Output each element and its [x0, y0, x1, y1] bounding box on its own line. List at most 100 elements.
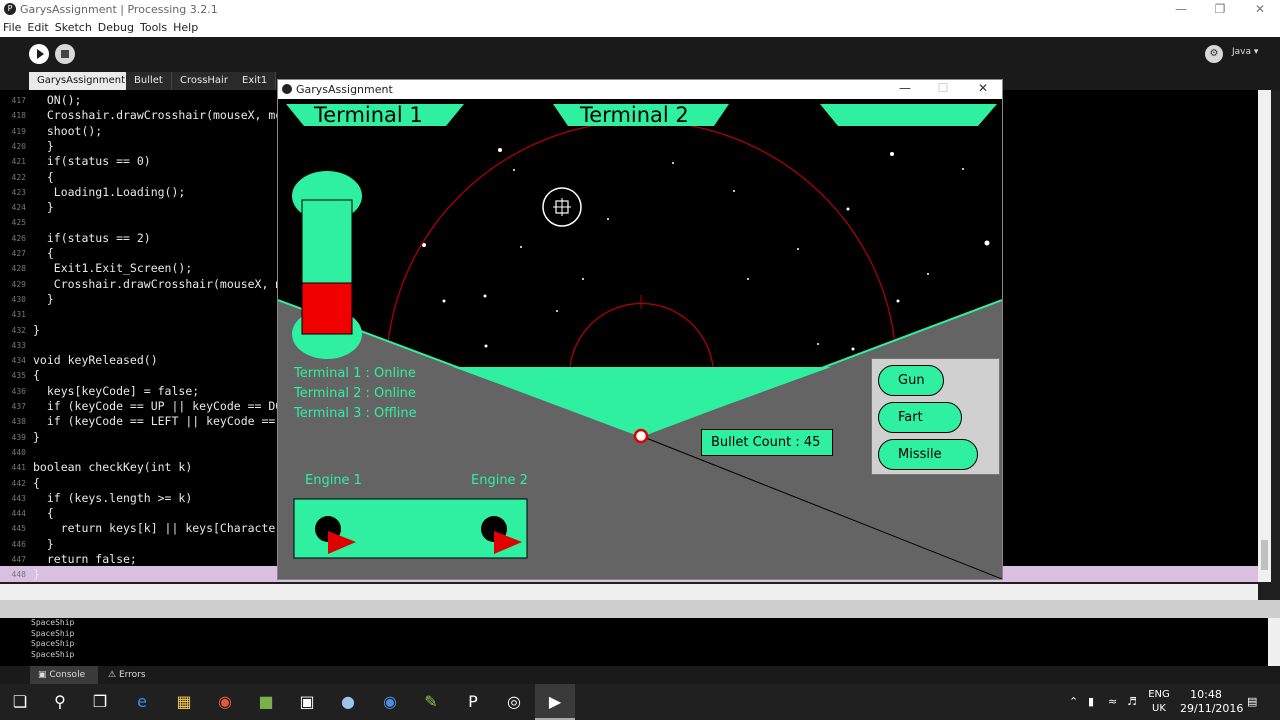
line-number: 427 [11, 249, 26, 258]
star [607, 218, 609, 220]
maximize-icon[interactable]: ❐ [1200, 0, 1240, 20]
line-number: 441 [11, 463, 26, 473]
weapon-fart-button[interactable]: Fart [878, 402, 962, 433]
code-text: shoot(); [33, 123, 103, 138]
star [484, 344, 488, 348]
close-icon[interactable]: ✕ [965, 80, 1001, 99]
editor-vertical-scrollbar[interactable] [1258, 90, 1271, 582]
search-icon[interactable]: ⚲ [40, 684, 80, 720]
maximize-icon: ☐ [937, 81, 949, 95]
line-number: 423 [11, 187, 26, 197]
code-text: Exit1.Exit_Screen(); [33, 261, 193, 276]
ide-footer: ▣ Console ⚠ Errors [0, 666, 1280, 684]
star [896, 299, 900, 303]
terminal-1-label: Terminal 1 [314, 103, 423, 127]
notifications-icon[interactable]: ▤ [1247, 695, 1257, 708]
volume-icon[interactable]: ♬ [1127, 695, 1137, 708]
tab-errors[interactable]: ⚠ Errors [100, 666, 160, 684]
stop-button[interactable] [55, 44, 75, 64]
line-number: 435 [11, 371, 26, 381]
minecraft-icon[interactable]: ■ [246, 684, 286, 720]
line-number: 428 [11, 264, 26, 274]
chrome-icon[interactable]: ◉ [205, 684, 245, 720]
task-view-icon[interactable]: ❐ [80, 684, 120, 720]
editor-horizontal-scrollbar[interactable] [0, 584, 1258, 600]
line-number: 424 [11, 203, 26, 213]
edge-icon[interactable]: e [122, 684, 162, 720]
menu-edit[interactable]: Edit [24, 20, 51, 35]
line-number: 426 [11, 233, 26, 243]
wifi-icon[interactable]: ≈ [1108, 695, 1117, 708]
star [498, 148, 502, 152]
menu-file[interactable]: File [0, 20, 24, 35]
game-canvas[interactable]: Terminal 1 Terminal 2 Terminal 1 : Onlin… [278, 99, 1002, 579]
menu-help[interactable]: Help [170, 20, 201, 35]
star [797, 248, 799, 250]
star [984, 240, 990, 246]
chat-app-icon[interactable]: ◉ [370, 684, 410, 720]
star [672, 162, 674, 164]
tab-exit1[interactable]: Exit1 [234, 72, 277, 90]
run-button[interactable] [29, 44, 49, 64]
debugger-icon[interactable]: ⚙ [1205, 45, 1223, 63]
obs-icon[interactable]: ◎ [494, 684, 534, 720]
ide-window-title: GarysAssignment | Processing 3.2.1 [20, 3, 218, 16]
menu-debug[interactable]: Debug [95, 20, 137, 35]
line-number: 425 [11, 218, 26, 228]
menu-sketch[interactable]: Sketch [52, 20, 95, 35]
weapon-missile-button[interactable]: Missile [878, 439, 978, 470]
console-line: SpaceShip [31, 628, 75, 638]
line-number: 432 [11, 325, 26, 335]
star [556, 310, 558, 312]
file-explorer-icon[interactable]: ▦ [164, 684, 204, 720]
line-number: 439 [11, 432, 26, 442]
line-number: 429 [11, 279, 26, 289]
minimize-icon[interactable]: — [1161, 0, 1201, 20]
sketch-taskbar-icon[interactable]: ▶ [535, 684, 575, 720]
tab-crosshair[interactable]: CrossHair [172, 72, 237, 90]
engine-2-label: Engine 2 [471, 473, 528, 488]
tab-garysassignment[interactable]: GarysAssignment [29, 72, 134, 90]
menu-tools[interactable]: Tools [137, 20, 170, 35]
tray-chevron-icon[interactable]: ⌃ [1069, 695, 1078, 708]
tab-console-label: Console [49, 670, 86, 680]
gauge-level [301, 282, 353, 335]
code-text: } [33, 200, 54, 215]
star [817, 343, 819, 345]
code-text: { [33, 246, 54, 260]
code-text: { [33, 475, 40, 490]
code-text: if(status == 2) [33, 230, 151, 245]
clock[interactable]: 10:48 29/11/2016 [1180, 688, 1243, 716]
console-scrollbar[interactable] [1268, 618, 1280, 666]
start-icon[interactable]: ❏ [0, 684, 40, 720]
console-line: SpaceShip [31, 618, 75, 627]
language-indicator[interactable]: ENG UK [1146, 688, 1172, 716]
code-text: { [33, 368, 40, 383]
processing-taskbar-icon[interactable]: P [453, 684, 493, 720]
code-text: { [33, 169, 54, 184]
star [733, 190, 735, 192]
weapon-panel: Gun Fart Missile [871, 358, 1000, 475]
steam-icon[interactable]: ● [328, 684, 368, 720]
close-icon[interactable]: ✕ [1240, 0, 1280, 20]
star [513, 169, 515, 171]
sketch-window: GarysAssignment — ☐ ✕ Terminal 1 Termina… [277, 79, 1003, 580]
mode-selector[interactable]: Java ▾ [1232, 47, 1258, 57]
terminal-1-status: Terminal 1 : Online [294, 366, 416, 381]
store-icon[interactable]: ▣ [287, 684, 327, 720]
battery-icon[interactable]: ▮ [1088, 695, 1094, 708]
star [520, 246, 522, 248]
terminal-3-panel [820, 104, 997, 126]
minimize-icon[interactable]: — [887, 80, 923, 99]
weapon-gun-button[interactable]: Gun [878, 365, 944, 396]
code-text: Loading1.Loading(); [33, 184, 186, 199]
game-scene [278, 99, 1002, 579]
line-number: 422 [11, 172, 26, 182]
scroll-thumb[interactable] [1261, 540, 1268, 570]
line-number: 433 [11, 340, 26, 350]
notepad-icon[interactable]: ✎ [411, 684, 451, 720]
line-number: 437 [11, 402, 26, 411]
tab-console[interactable]: ▣ Console [30, 666, 98, 684]
line-number: 440 [11, 447, 26, 457]
tab-bullet[interactable]: Bullet [126, 72, 172, 90]
